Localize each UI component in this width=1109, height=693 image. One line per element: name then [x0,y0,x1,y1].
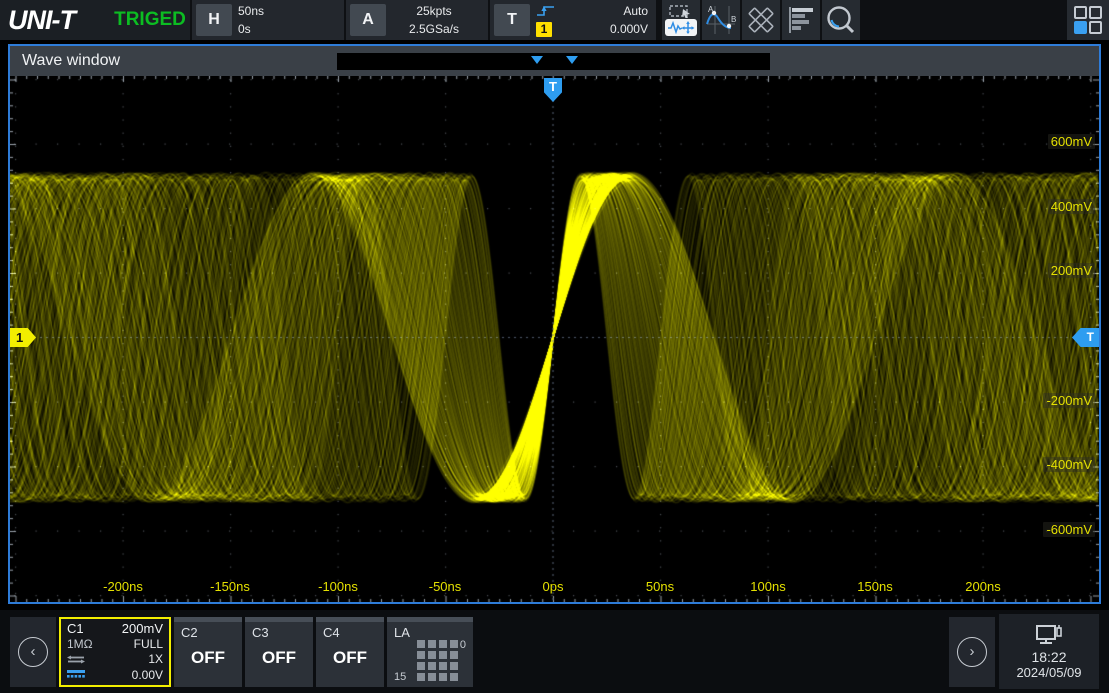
top-status-bar: UNI-T TRIGED H 50ns 0s A 25kpts 2.5GSa/s… [0,0,1109,40]
voltage-label: -600mV [1043,522,1095,537]
channel1-probe: 1X [148,652,163,666]
channel4-panel[interactable]: C4 OFF [316,617,384,687]
chevron-right-icon: › [957,637,987,667]
time-label: 150ns [857,579,892,594]
svg-text:A: A [708,5,714,14]
layout-grid-icon [1074,6,1102,34]
la-d15-label: 15 [394,671,406,683]
memory-depth-value: 25kpts [416,2,451,20]
waveform-canvas[interactable] [10,76,1099,602]
channel2-name: C2 [181,625,198,640]
trigger-mode: Auto [623,4,648,18]
cursor-measure-button[interactable]: A B [702,0,740,40]
trigger-status: TRIGED [110,0,190,40]
svg-text:B: B [731,15,736,24]
clock-date: 2024/05/09 [1016,665,1081,680]
channel1-scale: 200mV [122,621,163,636]
coupling-icon [67,655,85,664]
channel-bar: ‹ C1 200mV 1MΩ FULL 1X 0.00V [0,610,1109,693]
channel3-state: OFF [245,648,313,668]
wave-window: Wave window T 1 T 600mV 400mV 200mV -200… [8,44,1101,604]
channel3-name: C3 [252,625,269,640]
channel1-bandwidth: FULL [134,637,163,651]
results-list-button[interactable] [782,0,820,40]
horizontal-section[interactable]: H 50ns 0s [192,0,344,40]
voltage-label: -400mV [1043,457,1095,472]
remote-device-icon [1035,624,1063,646]
channel3-panel[interactable]: C3 OFF [245,617,313,687]
time-label: -100ns [318,579,358,594]
time-label: -150ns [210,579,250,594]
la-name: LA [394,625,410,640]
acquisition-position-bar[interactable] [337,53,770,70]
logic-analyzer-panel[interactable]: LA 0 15 [387,617,473,687]
voltage-label: 600mV [1048,134,1095,149]
acquire-section[interactable]: A 25kpts 2.5GSa/s [346,0,488,40]
clock-time: 18:22 [1031,649,1066,665]
uni-t-logo: UNI-T [0,0,110,40]
time-label: 0ps [543,579,564,594]
scroll-right-button[interactable]: › [949,617,995,687]
voltage-label: 200mV [1048,263,1095,278]
time-label: -200ns [103,579,143,594]
channel1-position-icon [67,670,87,679]
la-channels-grid-icon [417,640,458,681]
trigger-section[interactable]: T Auto 1 0.000V [490,0,656,40]
select-move-tool-button[interactable] [662,0,700,40]
channel1-panel[interactable]: C1 200mV 1MΩ FULL 1X 0.00V [59,617,171,687]
channel1-offset: 0.00V [132,668,163,682]
channel4-state: OFF [316,648,384,668]
time-label: 50ns [646,579,674,594]
scroll-left-button[interactable]: ‹ [10,617,56,687]
wave-window-titlebar: Wave window [10,46,1099,76]
selection-box-icon [669,5,693,18]
channel1-name: C1 [67,621,84,636]
magnifier-icon [825,4,857,36]
crossed-rulers-icon [745,4,777,36]
trigger-slope-rising-icon [536,4,556,18]
voltage-label: -200mV [1043,393,1095,408]
trigger-button[interactable]: T [494,4,530,36]
horizontal-button[interactable]: H [196,4,232,36]
system-status-panel[interactable]: 18:22 2024/05/09 [999,614,1099,689]
histogram-bars-icon [786,6,816,34]
la-d0-label: 0 [460,639,466,651]
cursor-ab-icon: A B [705,4,737,36]
search-button[interactable] [822,0,860,40]
trigger-source-badge: 1 [536,22,552,37]
sample-rate-value: 2.5GSa/s [409,20,459,38]
acquire-button[interactable]: A [350,4,386,36]
window-layout-button[interactable] [1067,0,1109,40]
chevron-left-icon: ‹ [18,637,48,667]
channel2-state: OFF [174,648,242,668]
time-label: -50ns [429,579,462,594]
channel2-panel[interactable]: C2 OFF [174,617,242,687]
time-label: 200ns [965,579,1000,594]
timebase-value: 50ns [238,2,264,20]
voltage-label: 400mV [1048,199,1095,214]
measure-tool-button[interactable] [742,0,780,40]
window-left-marker-icon[interactable] [531,56,543,64]
wave-window-title: Wave window [10,52,120,70]
channel1-impedance: 1MΩ [67,637,93,651]
time-label: 100ns [750,579,785,594]
toolbar-icons: A B [662,0,862,40]
channel4-name: C4 [323,625,340,640]
horizontal-offset-value: 0s [238,20,264,38]
trigger-level-value: 0.000V [610,22,648,36]
waveform-display[interactable]: T 1 T 600mV 400mV 200mV -200mV -400mV -6… [10,76,1099,602]
window-right-marker-icon[interactable] [566,56,578,64]
waveform-move-icon [665,19,697,36]
